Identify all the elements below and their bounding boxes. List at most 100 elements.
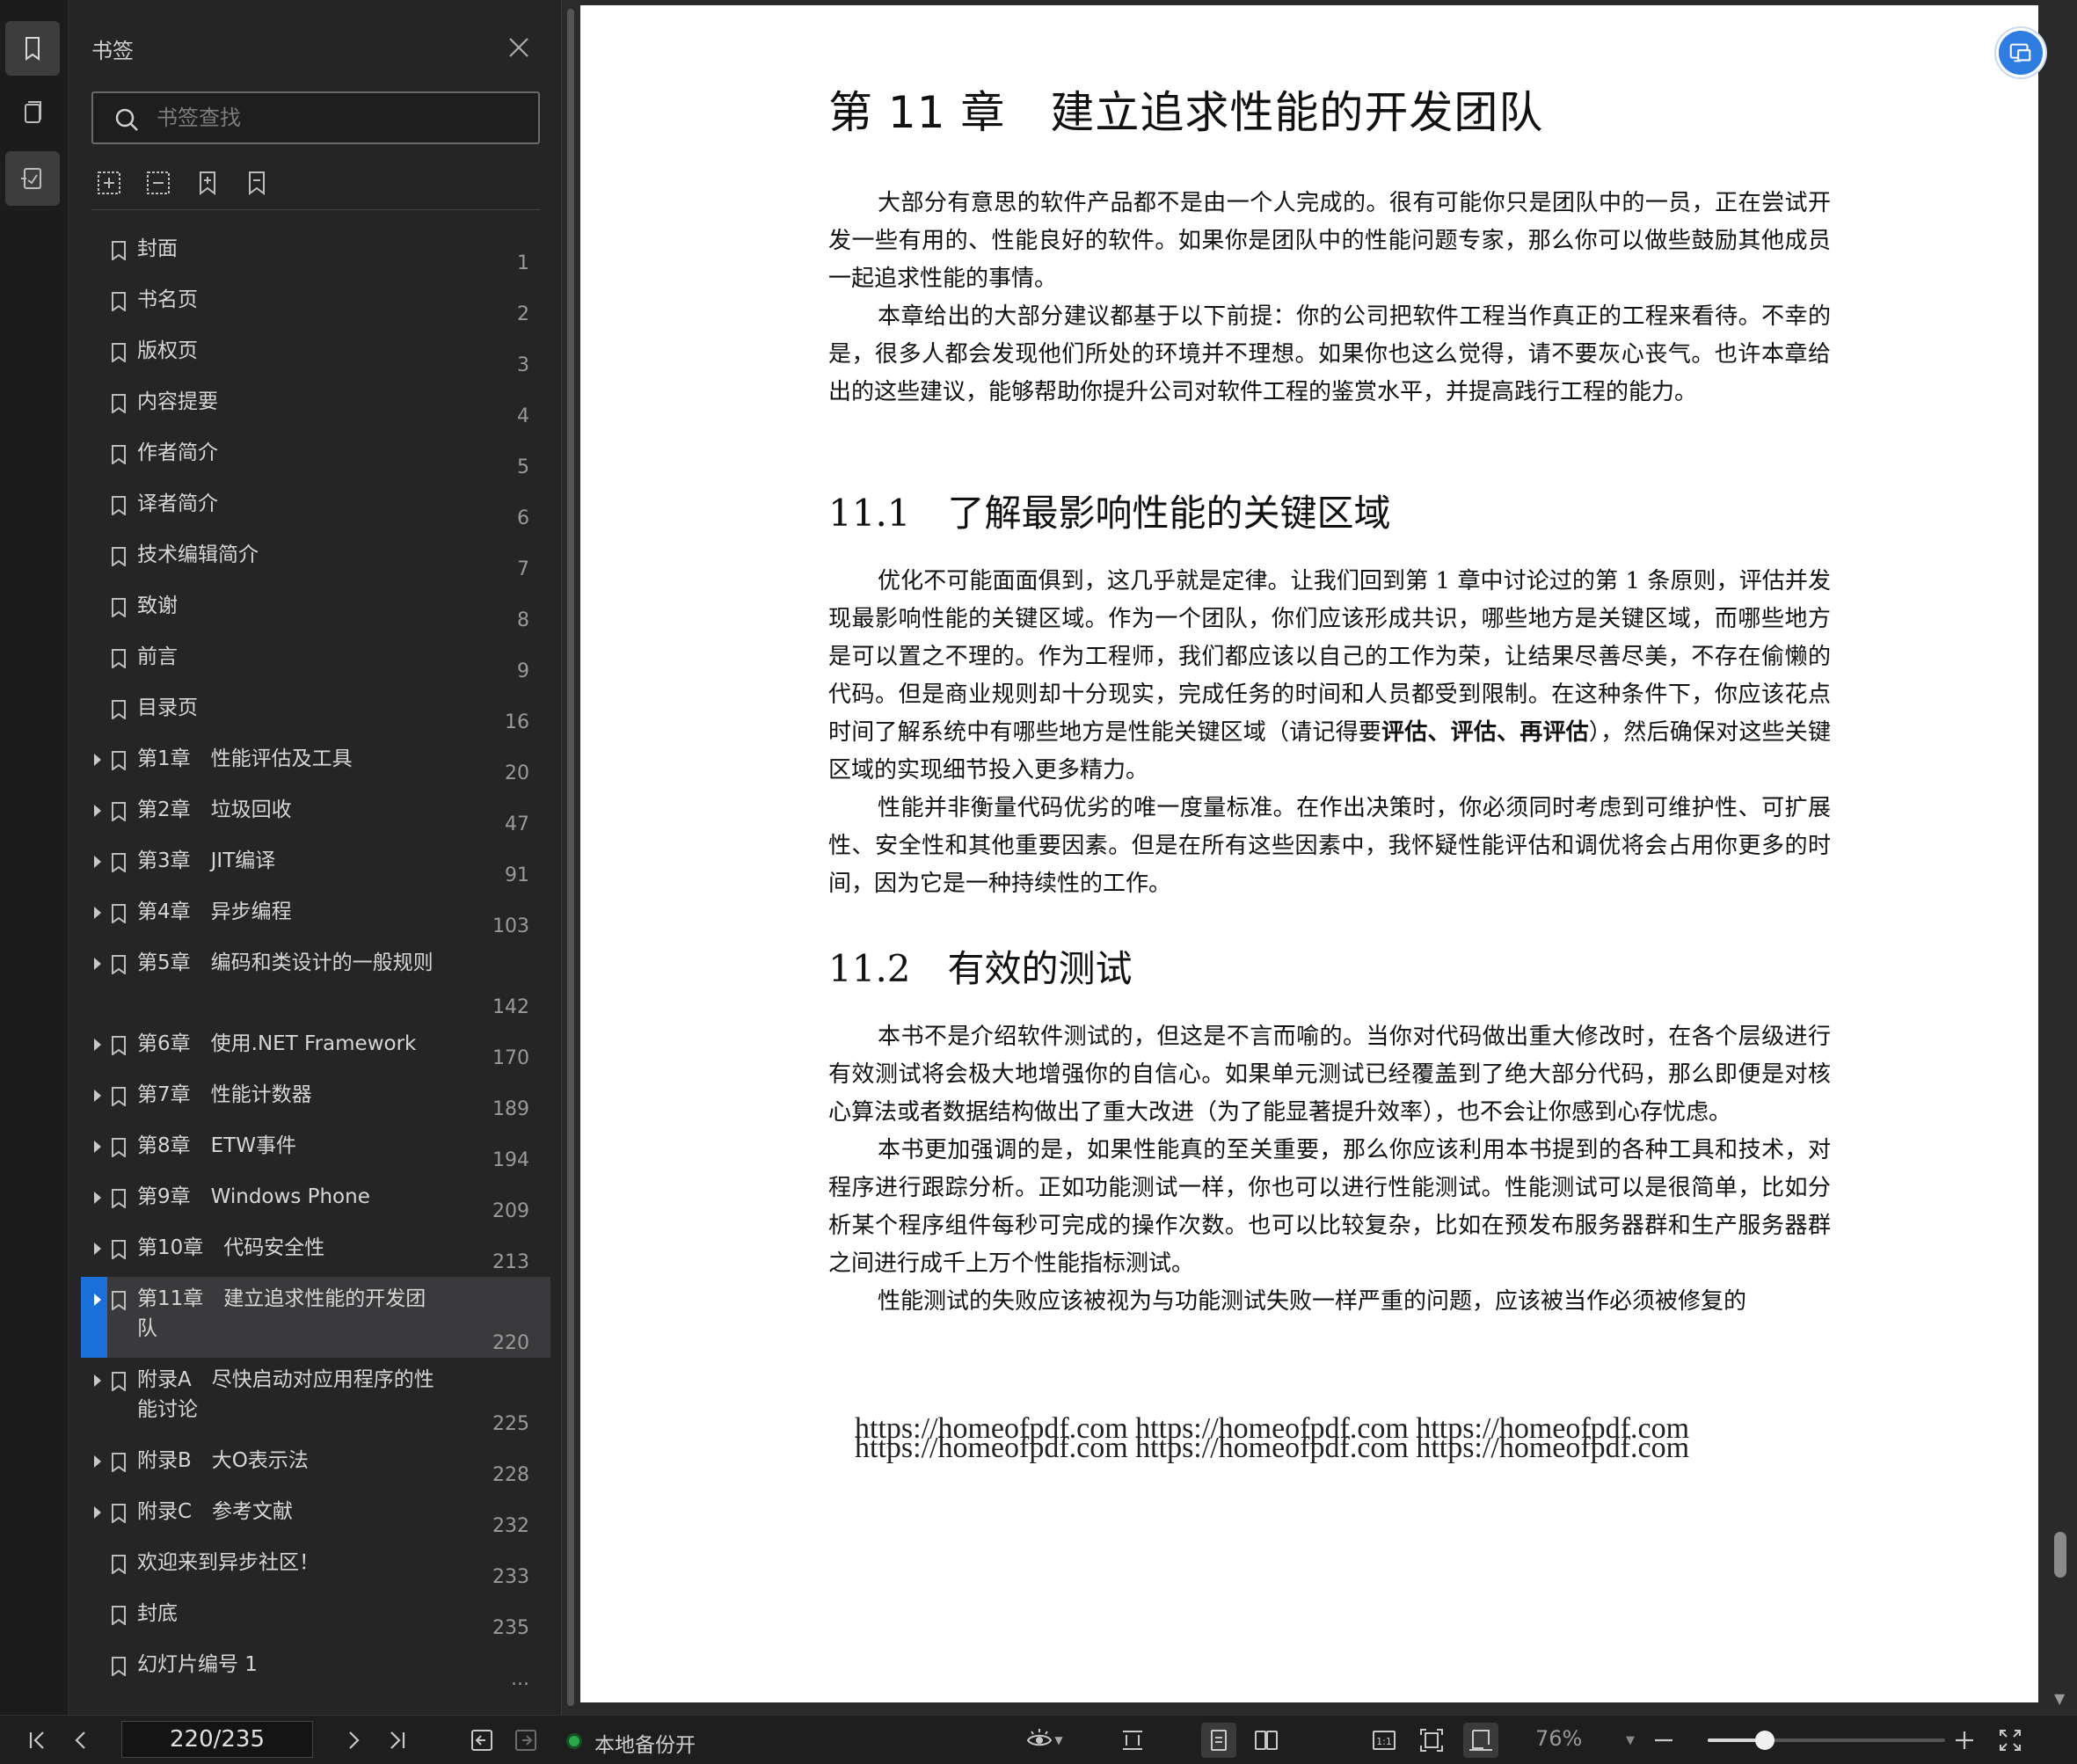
bookmark-page-number: 228 [492, 1464, 529, 1486]
document-scrollbar-thumb[interactable] [2054, 1532, 2066, 1578]
zoom-level-label[interactable]: 76% [1535, 1726, 1582, 1751]
bookmark-item[interactable]: 第6章 使用.NET Framework 170 [81, 1022, 550, 1073]
bookmark-icon [112, 496, 126, 515]
bookmark-item[interactable]: 欢迎来到异步社区！ 233 [81, 1541, 550, 1592]
expand-arrow-icon[interactable] [93, 1140, 102, 1154]
panel-scrollbar[interactable] [561, 0, 580, 1715]
backup-status-label[interactable]: 本地备份开 [594, 1728, 696, 1758]
scroll-down-arrow-icon[interactable]: ▼ [2054, 1690, 2065, 1707]
bookmark-icon [112, 1240, 126, 1259]
bookmark-item[interactable]: 第3章 JIT编译 91 [81, 839, 550, 890]
expand-all-button[interactable] [95, 167, 123, 199]
expand-arrow-icon[interactable] [93, 1505, 102, 1520]
bookmark-item[interactable]: 封面 1 [81, 227, 550, 278]
panel-scrollbar-thumb[interactable] [567, 9, 574, 1706]
back-button[interactable] [468, 1726, 496, 1754]
document-scrollbar[interactable]: ▼ [2045, 0, 2077, 1715]
bookmark-item[interactable]: 译者简介 6 [81, 482, 550, 533]
zoom-slider-thumb[interactable] [1754, 1731, 1775, 1750]
bookmark-page-number: 189 [492, 1098, 529, 1120]
bookmark-item[interactable]: 第1章 性能评估及工具 20 [81, 737, 550, 788]
last-page-button[interactable] [383, 1726, 412, 1754]
bookmark-item[interactable]: 附录C 参考文献 232 [81, 1490, 550, 1541]
actual-size-button[interactable]: 1:1 [1370, 1726, 1398, 1754]
bookmark-item[interactable]: 内容提要 4 [81, 380, 550, 431]
bookmark-label: 前言 [137, 645, 178, 668]
bookmark-item[interactable]: 第7章 性能计数器 189 [81, 1073, 550, 1124]
expand-arrow-icon[interactable] [93, 804, 102, 818]
bookmark-item[interactable]: 附录A 尽快启动对应用程序的性能讨论 225 [81, 1358, 550, 1439]
expand-arrow-icon[interactable] [93, 753, 102, 767]
bookmark-item[interactable]: 第10章 代码安全性 213 [81, 1226, 550, 1277]
add-bookmark-button[interactable] [193, 167, 222, 199]
scroll-mode-button[interactable] [1119, 1726, 1147, 1754]
bookmark-item[interactable]: 致谢 8 [81, 584, 550, 635]
bookmark-item[interactable]: 第9章 Windows Phone 209 [81, 1175, 550, 1226]
chevron-down-icon: ▼ [1054, 1734, 1063, 1746]
prev-page-button[interactable] [67, 1726, 95, 1754]
bookmark-item[interactable]: 第2章 垃圾回收 47 [81, 788, 550, 839]
first-page-button[interactable] [23, 1726, 51, 1754]
paragraph: 优化不可能面面俱到，这几乎就是定律。让我们回到第 1 章中讨论过的第 1 条原则… [828, 563, 1831, 790]
expand-all-icon [98, 171, 120, 194]
zoom-in-button[interactable] [1950, 1726, 1979, 1754]
zoom-dropdown-button[interactable]: ▼ [1616, 1726, 1644, 1754]
section-title: 11.1 了解最影响性能的关键区域 [828, 492, 1391, 535]
bookmark-item[interactable]: 版权页 3 [81, 329, 550, 380]
bookmark-icon [112, 1606, 126, 1625]
zoom-slider[interactable] [1708, 1731, 1945, 1750]
floating-tool-button[interactable] [1996, 28, 2045, 77]
expand-arrow-icon[interactable] [93, 1374, 102, 1388]
bookmark-icon [112, 394, 126, 413]
bookmark-item[interactable]: 技术编辑简介 7 [81, 533, 550, 584]
fullscreen-icon [2000, 1730, 2021, 1751]
bookmark-item[interactable]: 封底 235 [81, 1592, 550, 1643]
expand-arrow-icon[interactable] [93, 1191, 102, 1205]
fit-page-button[interactable] [1417, 1726, 1446, 1754]
fullscreen-button[interactable] [1996, 1726, 2024, 1754]
close-icon[interactable] [506, 35, 531, 60]
bookmark-icon [112, 1291, 126, 1310]
read-mode-button[interactable]: ▼ [1020, 1726, 1069, 1754]
annotation-tab-button[interactable] [5, 151, 60, 206]
expand-arrow-icon[interactable] [93, 957, 102, 971]
fit-width-button[interactable] [1463, 1723, 1498, 1758]
bookmark-tab-button[interactable] [5, 21, 60, 76]
bookmark-item[interactable]: 第8章 ETW事件 194 [81, 1124, 550, 1175]
bookmark-item[interactable]: 附录B 大O表示法 228 [81, 1439, 550, 1490]
forward-button[interactable] [512, 1726, 540, 1754]
bookmark-page-number: 47 [505, 813, 529, 835]
bookmark-label: 第8章 ETW事件 [137, 1134, 296, 1157]
double-page-button[interactable] [1252, 1726, 1280, 1754]
expand-arrow-icon[interactable] [93, 1038, 102, 1052]
paragraph: 性能并非衡量代码优劣的唯一度量标准。在作出决策时，你必须同时考虑到可维护性、可扩… [828, 795, 1831, 897]
expand-arrow-icon[interactable] [93, 1089, 102, 1103]
bookmark-item[interactable]: 第5章 编码和类设计的一般规则 142 [81, 941, 550, 1022]
last-page-icon [390, 1731, 405, 1749]
page-number-input[interactable] [121, 1721, 313, 1758]
zoom-out-button[interactable] [1650, 1726, 1678, 1754]
bookmark-search-input[interactable] [157, 93, 526, 142]
zoom-out-icon [1655, 1738, 1673, 1742]
remove-bookmark-button[interactable] [243, 167, 271, 199]
bookmark-item[interactable]: 前言 9 [81, 635, 550, 686]
bookmark-item[interactable]: 书名页 2 [81, 278, 550, 329]
collapse-all-button[interactable] [144, 167, 172, 199]
bookmark-list: 封面 1 书名页 2 版权页 3 内容提要 4 作者简介 5 译者简介 6 技术编辑简介 7 致谢 8 前言 9 目… [81, 227, 550, 1704]
bookmark-icon [112, 1504, 126, 1523]
thumbnail-tab-button[interactable] [5, 86, 60, 141]
bookmark-item[interactable]: 作者简介 5 [81, 431, 550, 482]
bookmark-item[interactable]: 第11章 建立追求性能的开发团队 220 [81, 1277, 550, 1358]
expand-arrow-icon[interactable] [93, 1454, 102, 1469]
expand-arrow-icon[interactable] [93, 906, 102, 920]
expand-arrow-icon[interactable] [93, 1293, 102, 1307]
expand-arrow-icon[interactable] [93, 1242, 102, 1256]
bookmark-page-number: 6 [517, 507, 529, 529]
bookmark-item[interactable]: 目录页 16 [81, 686, 550, 737]
bookmark-icon [112, 1189, 126, 1208]
expand-arrow-icon[interactable] [93, 855, 102, 869]
next-page-button[interactable] [339, 1726, 368, 1754]
bookmark-item[interactable]: 幻灯片编号 1... [81, 1643, 550, 1694]
bookmark-item[interactable]: 第4章 异步编程 103 [81, 890, 550, 941]
single-page-button[interactable] [1201, 1723, 1236, 1758]
